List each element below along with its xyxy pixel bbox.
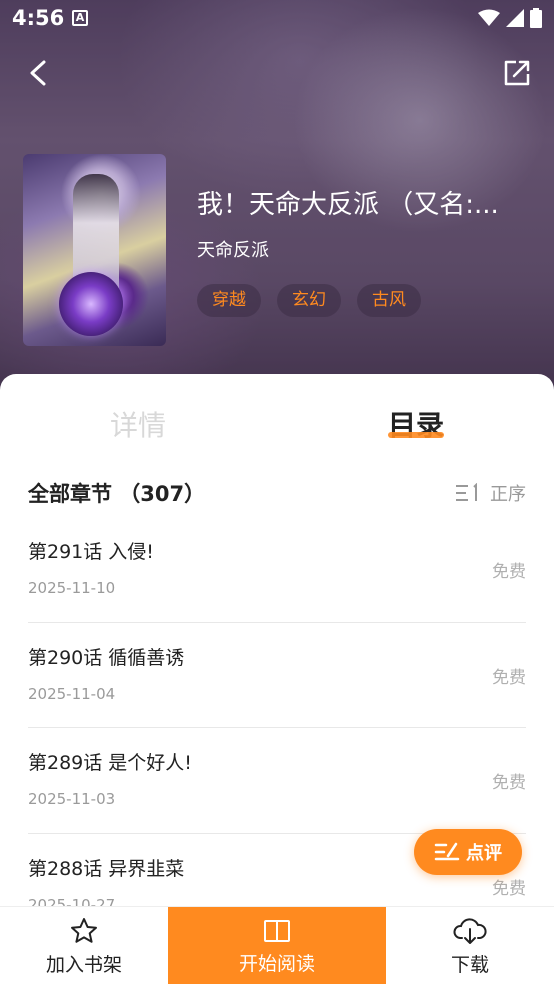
list-item[interactable]: 第290话 循循善诱 2025-11-04 免费 [28,623,526,728]
tag[interactable]: 古风 [357,284,421,317]
back-button[interactable] [22,56,56,90]
chapter-title: 第290话 循循善诱 [28,646,185,669]
add-to-shelf-label: 加入书架 [45,953,122,976]
sort-toggle[interactable]: 正序 [454,480,526,506]
book-author[interactable]: 天命反派 [197,236,269,262]
signal-icon [506,9,524,27]
star-icon [71,917,97,943]
tab-toc[interactable]: 目录 [388,404,444,444]
status-bar: 4:56 A [0,0,554,38]
sort-icon [456,483,477,501]
bottom-action-bar: 加入书架 开始阅读 下载 [0,906,554,984]
chapter-title: 第289话 是个好人! [28,752,192,774]
review-button[interactable]: 点评 [414,829,522,875]
list-item[interactable]: 第291话 入侵! 2025-11-10 免费 [28,517,526,623]
start-reading-button[interactable]: 开始阅读 [168,907,386,984]
battery-icon [530,8,542,28]
chapter-date: 2025-11-03 [28,790,116,808]
review-icon [434,842,460,861]
tag[interactable]: 玄幻 [277,284,341,317]
wifi-icon [478,9,500,26]
review-label: 点评 [466,843,502,864]
share-icon [504,60,530,86]
tab-active-indicator [388,432,444,438]
chapters-header: 全部章节 （307） [28,482,206,506]
chapter-price: 免费 [492,562,526,582]
chapter-price: 免费 [492,667,526,688]
chapter-price: 免费 [492,773,526,793]
tag-list: 穿越 玄幻 古风 [197,284,421,317]
status-time: 4:56 [12,6,65,30]
download-button[interactable]: 下载 [386,907,554,984]
add-to-shelf-button[interactable]: 加入书架 [0,907,168,984]
download-label: 下载 [450,953,489,976]
back-icon [30,60,46,86]
tab-details[interactable]: 详情 [110,404,166,444]
status-indicator-icon: A [72,10,88,26]
share-button[interactable] [500,56,534,90]
chapter-price: 免费 [492,878,526,899]
chapter-title: 第288话 异界韭菜 [28,857,185,880]
book-title: 我！天命大反派 （又名:... [197,190,499,220]
chapter-date: 2025-11-10 [28,579,116,597]
status-icons [478,8,542,28]
sort-label: 正序 [490,484,526,505]
content-sheet: 详情 目录 全部章节 （307） 正序 第291话 入侵! 2025-11-10… [0,374,554,984]
start-reading-label: 开始阅读 [238,952,315,975]
book-icon [264,919,290,942]
cover-orb [59,272,123,336]
book-cover[interactable] [23,154,166,346]
chapter-list: 第291话 入侵! 2025-11-10 免费 第290话 循循善诱 2025-… [28,517,526,939]
tag[interactable]: 穿越 [197,284,261,317]
download-icon [453,917,487,944]
chapter-title: 第291话 入侵! [28,541,154,563]
list-item[interactable]: 第289话 是个好人! 2025-11-03 免费 [28,728,526,834]
chapter-date: 2025-11-04 [28,684,116,703]
